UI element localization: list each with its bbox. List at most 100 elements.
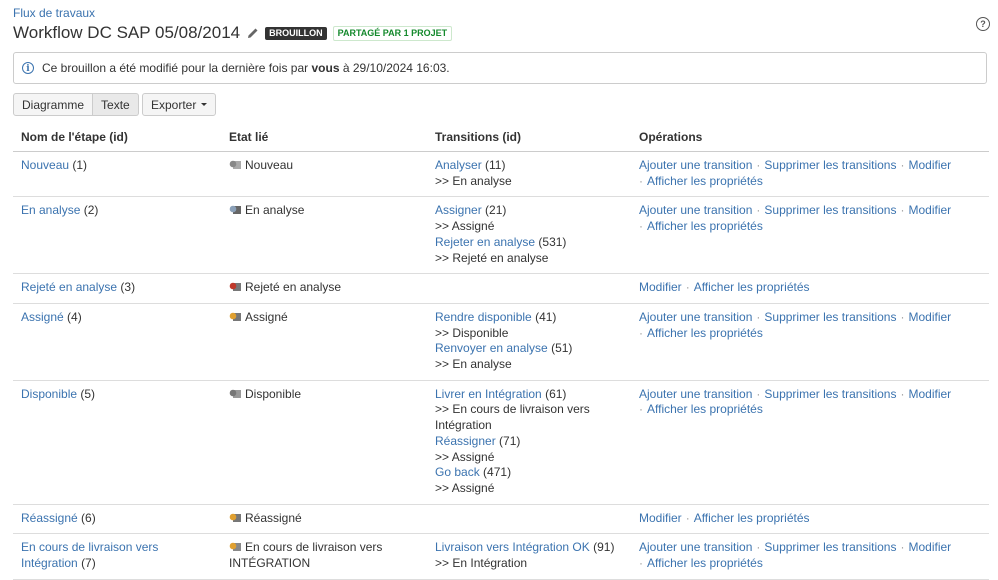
state-label: Assigné xyxy=(245,309,288,324)
operations-cell: Ajouter une transition · Supprimer les tra… xyxy=(631,196,989,275)
transition-item: Livraison vers Intégration OK (91) xyxy=(435,540,623,556)
delete-transitions-link[interactable]: Supprimer les transitions xyxy=(764,540,896,554)
add-transition-link[interactable]: Ajouter une transition xyxy=(639,387,752,401)
transition-link[interactable]: Assigner xyxy=(435,203,482,217)
step-cell: Disponible (5) xyxy=(13,380,221,505)
delete-transitions-link[interactable]: Supprimer les transitions xyxy=(764,310,896,324)
transition-link[interactable]: Livrer en Intégration xyxy=(435,387,542,401)
help-icon[interactable]: ? xyxy=(976,17,990,31)
step-link[interactable]: Assigné xyxy=(21,310,64,324)
export-label: Exporter xyxy=(151,97,197,112)
transition-target: >> En analyse xyxy=(435,173,512,188)
view-toggle: Diagramme Texte xyxy=(13,93,139,116)
transition-link[interactable]: Livraison vers Intégration OK xyxy=(435,540,590,554)
edit-link[interactable]: Modifier xyxy=(908,310,951,324)
step-cell: Rejeté en analyse (3) xyxy=(13,273,221,304)
transitions-cell xyxy=(427,273,631,304)
edit-link[interactable]: Modifier xyxy=(908,387,951,401)
show-properties-link[interactable]: Afficher les propriétés xyxy=(647,402,763,416)
transition-target: >> Rejeté en analyse xyxy=(435,250,549,265)
delete-transitions-link[interactable]: Supprimer les transitions xyxy=(764,387,896,401)
show-properties-link[interactable]: Afficher les propriétés xyxy=(647,174,763,188)
transition-link[interactable]: Renvoyer en analyse xyxy=(435,341,548,355)
col-state: Etat lié xyxy=(221,123,427,152)
transition-id: (71) xyxy=(499,433,521,448)
step-link[interactable]: Réassigné xyxy=(21,511,78,525)
export-button[interactable]: Exporter xyxy=(142,93,217,116)
delete-transitions-link[interactable]: Supprimer les transitions xyxy=(764,158,896,172)
diagram-button[interactable]: Diagramme xyxy=(13,93,94,116)
step-link[interactable]: Nouveau xyxy=(21,158,69,172)
add-transition-link[interactable]: Ajouter une transition xyxy=(639,540,752,554)
transition-id: (51) xyxy=(551,341,573,356)
status-icon xyxy=(229,159,242,170)
transition-link[interactable]: Rendre disponible xyxy=(435,310,532,324)
separator: · xyxy=(756,386,761,401)
add-transition-link[interactable]: Ajouter une transition xyxy=(639,203,752,217)
step-cell: En analyse (2) xyxy=(13,196,221,275)
col-transitions: Transitions (id) xyxy=(427,123,631,152)
edit-link[interactable]: Modifier xyxy=(639,511,682,525)
show-properties-link[interactable]: Afficher les propriétés xyxy=(647,219,763,233)
separator: · xyxy=(639,325,643,340)
page-title: Workflow DC SAP 05/08/2014 xyxy=(13,23,241,42)
operations-cell: Ajouter une transition · Supprimer les tra… xyxy=(631,151,989,198)
state-cell: Disponible xyxy=(221,380,427,505)
transition-item: Rejeter en analyse (531) xyxy=(435,235,623,251)
step-link[interactable]: En analyse xyxy=(21,203,80,217)
breadcrumb-workflows[interactable]: Flux de travaux xyxy=(13,6,95,20)
state-cell: Réassigné xyxy=(221,504,427,535)
shared-badge[interactable]: PARTAGÉ PAR 1 PROJET xyxy=(332,25,453,41)
transition-link[interactable]: Réassigner xyxy=(435,434,496,448)
col-operations: Opérations xyxy=(631,123,989,152)
separator: · xyxy=(639,219,643,234)
show-properties-link[interactable]: Afficher les propriétés xyxy=(694,511,810,525)
operations-cell: Ajouter une transition · Supprimer les tra… xyxy=(631,303,989,381)
state-label: Réassigné xyxy=(245,510,302,525)
show-properties-link[interactable]: Afficher les propriétés xyxy=(647,556,763,570)
operations-cell: Modifier · Afficher les propriétés xyxy=(631,273,989,304)
transition-link[interactable]: Analyser xyxy=(435,158,482,172)
transition-link[interactable]: Rejeter en analyse xyxy=(435,235,535,249)
table-header-row: Nom de l'étape (id) Etat lié Transitions… xyxy=(13,123,989,152)
show-properties-link[interactable]: Afficher les propriétés xyxy=(647,326,763,340)
delete-transitions-link[interactable]: Supprimer les transitions xyxy=(764,203,896,217)
state-cell: En analyse xyxy=(221,196,427,275)
transition-target: >> En Intégration xyxy=(435,556,528,571)
table-body: Nouveau (1) Nouveau Analyser (11) >> En ana… xyxy=(13,151,989,580)
transition-link[interactable]: Go back xyxy=(435,465,480,479)
separator: · xyxy=(900,309,905,324)
edit-link[interactable]: Modifier xyxy=(908,158,951,172)
text-button[interactable]: Texte xyxy=(93,93,139,116)
transition-item: Livrer en Intégration (61) xyxy=(435,387,623,403)
transitions-cell: Assigner (21) >> Assigné Rejeter en analys… xyxy=(427,196,631,275)
title-row: Workflow DC SAP 05/08/2014 BROUILLON PAR… xyxy=(13,22,453,44)
separator: · xyxy=(900,203,905,218)
notice-user: vous xyxy=(311,61,340,75)
edit-link[interactable]: Modifier xyxy=(639,280,682,294)
pencil-icon[interactable] xyxy=(247,27,259,39)
state-label: Rejeté en analyse xyxy=(245,280,342,295)
step-link[interactable]: Disponible xyxy=(21,387,77,401)
state-cell: Assigné xyxy=(221,303,427,381)
transition-id: (21) xyxy=(485,203,507,218)
step-id: (2) xyxy=(83,203,99,218)
step-cell: Réassigné (6) xyxy=(13,504,221,535)
table-row: Rejeté en analyse (3) Rejeté en analyse Mo… xyxy=(13,273,989,304)
transition-target: >> Assigné xyxy=(435,480,495,495)
separator: · xyxy=(685,280,690,295)
col-step: Nom de l'étape (id) xyxy=(13,123,221,152)
edit-link[interactable]: Modifier xyxy=(908,540,951,554)
edit-link[interactable]: Modifier xyxy=(908,203,951,217)
separator: · xyxy=(756,203,761,218)
draft-badge: BROUILLON xyxy=(265,26,327,40)
add-transition-link[interactable]: Ajouter une transition xyxy=(639,158,752,172)
step-link[interactable]: Rejeté en analyse xyxy=(21,280,117,294)
info-icon: i xyxy=(22,62,34,74)
separator: · xyxy=(900,386,905,401)
transition-item: Rendre disponible (41) xyxy=(435,310,623,326)
show-properties-link[interactable]: Afficher les propriétés xyxy=(694,280,810,294)
separator: · xyxy=(639,173,643,188)
add-transition-link[interactable]: Ajouter une transition xyxy=(639,310,752,324)
transition-item: Go back (471) xyxy=(435,465,623,481)
